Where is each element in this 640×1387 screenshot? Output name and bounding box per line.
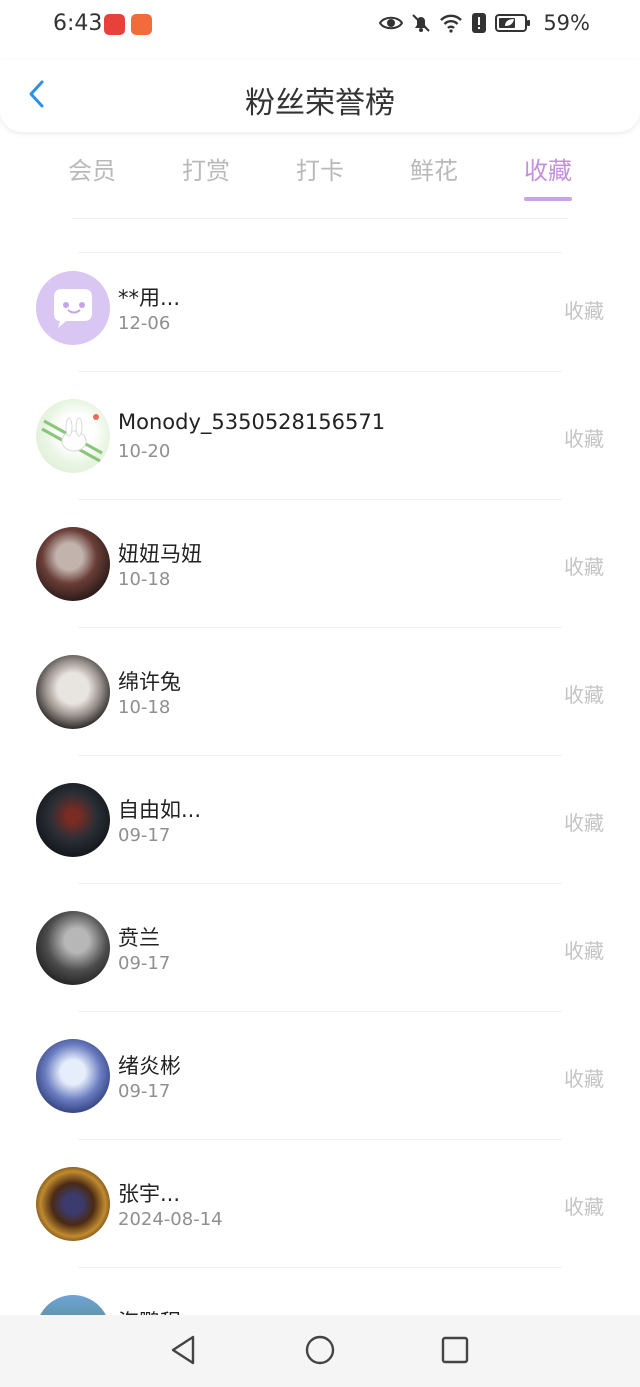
action-label: 收藏 bbox=[564, 555, 604, 579]
user-name: 贲兰 bbox=[118, 926, 160, 950]
date: 09-17 bbox=[118, 1081, 171, 1102]
list-item[interactable]: **用... 12-06 收藏 bbox=[0, 244, 640, 372]
battery-percent: 59% bbox=[543, 11, 590, 35]
tab-flowers[interactable]: 鲜花 bbox=[377, 148, 491, 200]
user-name: 绵许兔 bbox=[118, 670, 181, 694]
app-notification-icon bbox=[104, 14, 125, 35]
date: 10-18 bbox=[118, 697, 171, 718]
status-time: 6:43 bbox=[53, 11, 103, 36]
action-label: 收藏 bbox=[564, 811, 604, 835]
square-recents-icon bbox=[440, 1335, 470, 1369]
date: 10-18 bbox=[118, 569, 171, 590]
fan-list: **用... 12-06 收藏 Monody_5350528156571 10-… bbox=[0, 244, 640, 1387]
status-notification-icons bbox=[104, 14, 152, 35]
battery-icon bbox=[495, 13, 531, 33]
tab-checkin[interactable]: 打卡 bbox=[263, 148, 377, 200]
system-nav-bar bbox=[0, 1315, 640, 1387]
divider bbox=[72, 218, 568, 219]
avatar bbox=[36, 527, 110, 601]
eye-icon bbox=[379, 14, 404, 32]
user-name: 妞妞马妞 bbox=[118, 542, 202, 566]
list-item[interactable]: 自由如... 09-17 收藏 bbox=[0, 756, 640, 884]
list-item[interactable]: 贲兰 09-17 收藏 bbox=[0, 884, 640, 1012]
alert-icon bbox=[471, 12, 487, 34]
avatar bbox=[36, 783, 110, 857]
user-name: 张宇... bbox=[118, 1182, 181, 1206]
date: 12-06 bbox=[118, 313, 171, 334]
list-item[interactable]: 绪炎彬 09-17 收藏 bbox=[0, 1012, 640, 1140]
date: 10-20 bbox=[118, 441, 171, 462]
tab-member[interactable]: 会员 bbox=[35, 148, 149, 200]
action-label: 收藏 bbox=[564, 683, 604, 707]
nav-home-button[interactable] bbox=[303, 1335, 337, 1369]
user-name: 绪炎彬 bbox=[118, 1054, 181, 1078]
list-item[interactable]: 张宇... 2024-08-14 收藏 bbox=[0, 1140, 640, 1268]
status-right: 59% bbox=[379, 11, 590, 35]
tab-favorites[interactable]: 收藏 bbox=[491, 148, 605, 200]
action-label: 收藏 bbox=[564, 1067, 604, 1091]
status-bar: 6:43 59% bbox=[0, 0, 640, 52]
user-name: Monody_5350528156571 bbox=[118, 410, 386, 434]
list-item[interactable]: Monody_5350528156571 10-20 收藏 bbox=[0, 372, 640, 500]
wifi-icon bbox=[439, 13, 463, 33]
app-notification-icon bbox=[131, 14, 152, 35]
action-label: 收藏 bbox=[564, 939, 604, 963]
mute-bell-icon bbox=[411, 13, 431, 33]
avatar bbox=[36, 399, 110, 473]
tab-reward[interactable]: 打赏 bbox=[149, 148, 263, 200]
circle-home-icon bbox=[304, 1334, 336, 1370]
avatar bbox=[36, 1039, 110, 1113]
action-label: 收藏 bbox=[564, 1195, 604, 1219]
nav-recents-button[interactable] bbox=[438, 1335, 472, 1369]
date: 2024-08-14 bbox=[118, 1209, 223, 1230]
user-name: **用... bbox=[118, 286, 181, 310]
list-item[interactable]: 妞妞马妞 10-18 收藏 bbox=[0, 500, 640, 628]
action-label: 收藏 bbox=[564, 427, 604, 451]
triangle-back-icon bbox=[169, 1334, 197, 1370]
avatar bbox=[36, 1167, 110, 1241]
avatar bbox=[36, 271, 110, 345]
nav-back-button[interactable] bbox=[166, 1335, 200, 1369]
list-item[interactable]: 绵许兔 10-18 收藏 bbox=[0, 628, 640, 756]
page-title: 粉丝荣誉榜 bbox=[245, 86, 395, 121]
user-name: 自由如... bbox=[118, 798, 202, 822]
action-label: 收藏 bbox=[564, 299, 604, 323]
avatar bbox=[36, 655, 110, 729]
date: 09-17 bbox=[118, 825, 171, 846]
date: 09-17 bbox=[118, 953, 171, 974]
tab-bar: 会员 打赏 打卡 鲜花 收藏 bbox=[35, 148, 605, 200]
header: 粉丝荣誉榜 bbox=[0, 60, 640, 132]
avatar bbox=[36, 911, 110, 985]
